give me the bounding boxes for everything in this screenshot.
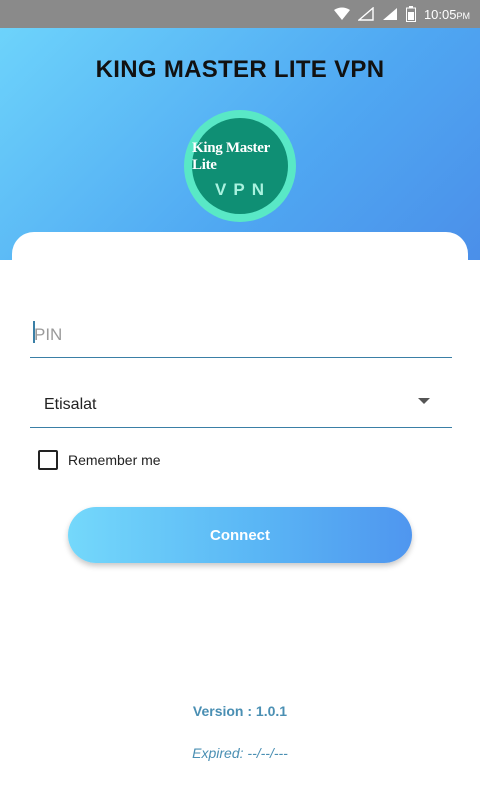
app-title: KING MASTER LITE VPN [95,56,385,83]
text-caret [33,321,35,343]
wifi-icon [333,7,350,20]
header-banner: KING MASTER LITE VPN King Master Lite VP… [0,28,480,260]
logo-badge: King Master Lite VPN [192,118,288,214]
status-time: 10:05PM [423,6,470,22]
dropdown-arrow-icon[interactable] [418,398,430,404]
signal-icon [382,8,397,20]
remember-me-row[interactable]: Remember me [38,450,161,470]
server-select[interactable]: Etisalat [30,382,452,428]
signal-empty-icon [357,7,374,21]
app-logo: King Master Lite VPN [184,110,296,222]
logo-text-line1: King Master Lite [192,140,270,173]
expired-text: Expired: --/--/--- [192,745,288,761]
logo-text-line2: VPN [215,180,271,199]
version-text: Version : 1.0.1 [192,703,288,719]
status-bar: 10:05PM [0,0,480,28]
server-select-value: Etisalat [44,395,97,413]
remember-me-checkbox[interactable] [38,450,58,470]
connect-button[interactable]: Connect [68,507,412,563]
battery-icon [405,6,416,22]
remember-me-label[interactable]: Remember me [68,452,161,468]
pin-input[interactable] [30,312,452,358]
